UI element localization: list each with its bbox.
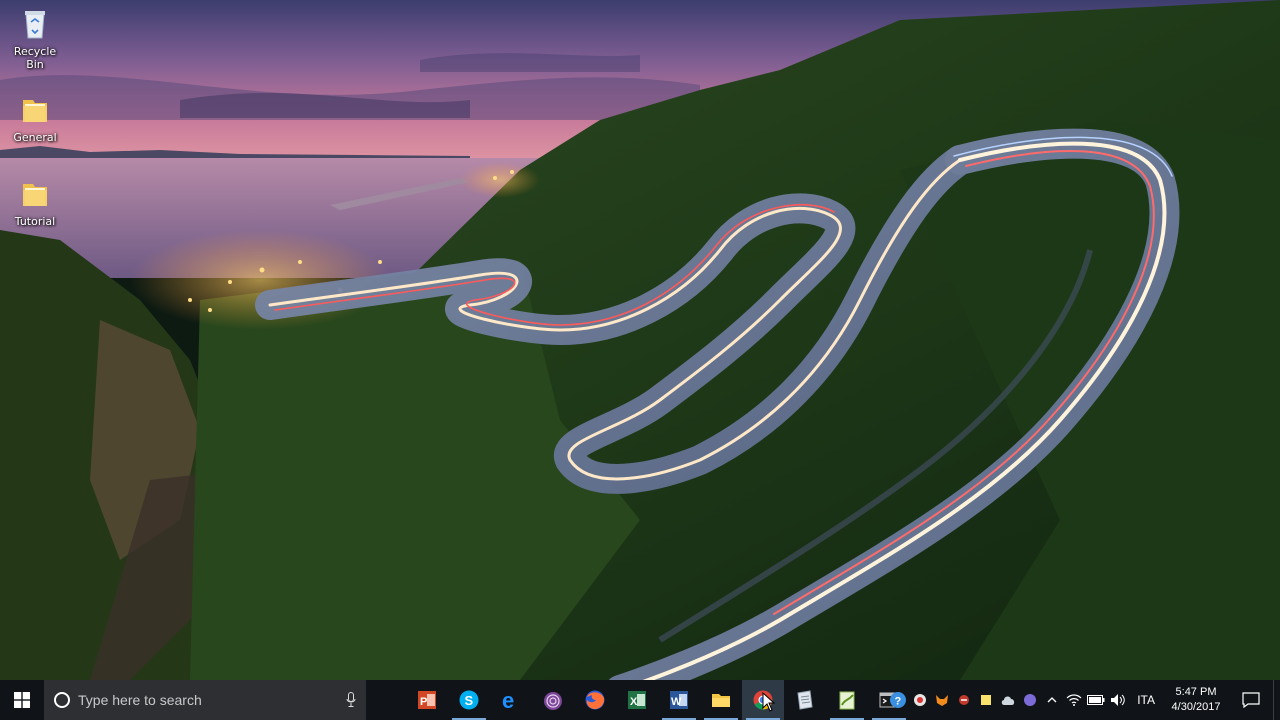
taskbar-app-word[interactable]: W	[658, 680, 700, 720]
taskbar-app-notepadpp[interactable]	[826, 680, 868, 720]
microphone-icon[interactable]	[346, 692, 356, 708]
powerpoint-icon: P	[418, 691, 436, 709]
notification-icon	[1242, 692, 1260, 708]
task-view-button[interactable]	[366, 680, 406, 720]
desktop-icon-label: Tutorial	[14, 215, 56, 228]
clock-date: 4/30/2017	[1171, 701, 1221, 713]
mouse-cursor-icon	[762, 692, 776, 712]
svg-text:e: e	[502, 689, 514, 711]
start-button[interactable]	[0, 680, 44, 720]
taskbar: Type here to search P S e X W ? ITA 5:47…	[0, 680, 1280, 720]
taskbar-app-tor[interactable]	[532, 680, 574, 720]
desktop-wallpaper	[0, 0, 1280, 680]
taskbar-app-powerpoint[interactable]: P	[406, 680, 448, 720]
cortana-icon	[54, 692, 70, 708]
search-box[interactable]: Type here to search	[44, 680, 366, 720]
desktop-icon-label: Recycle Bin	[13, 45, 57, 71]
folder-icon	[712, 694, 730, 707]
edge-icon: e	[502, 689, 514, 711]
cloud-icon[interactable]	[997, 680, 1019, 720]
desktop-icon-tutorial[interactable]: Tutorial	[4, 176, 66, 228]
taskbar-app-excel[interactable]: X	[616, 680, 658, 720]
onion-icon	[544, 692, 562, 710]
clock[interactable]: 5:47 PM 4/30/2017	[1163, 685, 1229, 715]
clock-time: 5:47 PM	[1175, 686, 1217, 698]
windows-logo-icon	[14, 692, 30, 708]
folder-icon	[17, 176, 53, 212]
show-desktop-button[interactable]	[1273, 680, 1280, 720]
desktop-icon-general[interactable]: General	[4, 92, 66, 144]
input-language[interactable]: ITA	[1137, 693, 1155, 707]
svg-text:P: P	[420, 696, 427, 708]
notification-chevron-icon[interactable]	[1041, 680, 1063, 720]
taskbar-app-firefox[interactable]	[574, 680, 616, 720]
taskbar-app-edge[interactable]: e	[490, 680, 532, 720]
word-icon: W	[670, 691, 688, 709]
wifi-icon[interactable]	[1063, 680, 1085, 720]
record-icon[interactable]	[909, 680, 931, 720]
svg-text:S: S	[465, 693, 474, 708]
firefox-icon	[585, 690, 605, 710]
notepadpp-icon	[839, 691, 855, 710]
vpn-icon[interactable]	[1019, 680, 1041, 720]
search-placeholder: Type here to search	[78, 692, 202, 708]
skype-icon: S	[459, 690, 479, 710]
svg-text:X: X	[630, 696, 638, 708]
fox-icon[interactable]	[931, 680, 953, 720]
volume-icon[interactable]	[1107, 680, 1129, 720]
svg-text:?: ?	[895, 696, 902, 708]
desktop-icon-label: General	[13, 131, 57, 144]
system-tray: ? ITA 5:47 PM 4/30/2017	[887, 680, 1280, 720]
antivirus-icon[interactable]	[953, 680, 975, 720]
recycle-bin-icon	[17, 6, 53, 42]
excel-icon: X	[628, 691, 646, 709]
notepad-icon	[797, 690, 813, 710]
taskbar-app-file-explorer[interactable]	[700, 680, 742, 720]
svg-text:W: W	[671, 696, 682, 708]
help-icon[interactable]: ?	[887, 680, 909, 720]
folder-icon	[17, 92, 53, 128]
desktop-icon-recycle-bin[interactable]: Recycle Bin	[4, 6, 66, 71]
taskbar-app-skype[interactable]: S	[448, 680, 490, 720]
taskbar-app-notepad[interactable]	[784, 680, 826, 720]
sticky-note-icon[interactable]	[975, 680, 997, 720]
action-center-button[interactable]	[1229, 680, 1273, 720]
battery-icon[interactable]	[1085, 680, 1107, 720]
